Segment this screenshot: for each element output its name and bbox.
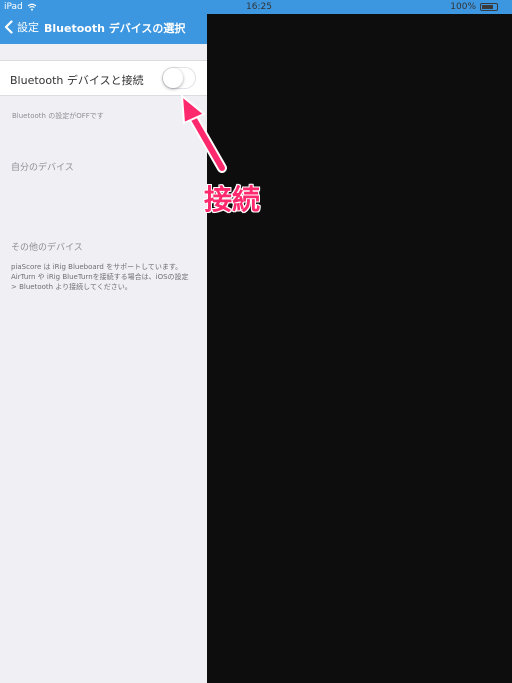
description-line: piaScore は iRig Blueboard をサポートしています。	[11, 263, 183, 271]
wifi-icon	[27, 3, 37, 11]
supported-devices-description: piaScore は iRig Blueboard をサポートしています。 Ai…	[11, 262, 205, 292]
chevron-left-icon	[4, 20, 13, 34]
page-title: Bluetooth デバイスの選択	[44, 22, 186, 35]
toggle-knob	[163, 68, 183, 88]
bluetooth-connect-toggle[interactable]	[162, 67, 196, 89]
annotation-callout: 接続	[204, 183, 261, 216]
bluetooth-status-note: Bluetooth の設定がOFFです	[12, 112, 104, 120]
status-time: 16:25	[246, 2, 272, 12]
device-name: iPad	[4, 2, 23, 12]
description-line: > Bluetooth より接続してください。	[11, 283, 132, 291]
section-header-my-devices: 自分のデバイス	[11, 163, 74, 173]
description-line: AirTurn や iRig BlueTurnを接続する場合は、iOSの設定	[11, 273, 189, 281]
battery-percent: 100%	[450, 2, 476, 12]
battery-icon	[480, 3, 498, 11]
bluetooth-connect-row: Bluetooth デバイスと接続	[0, 60, 207, 96]
section-header-other-devices: その他のデバイス	[11, 243, 83, 253]
back-button[interactable]: 設定	[4, 19, 39, 35]
annotation-arrow-icon	[181, 95, 227, 173]
back-button-label: 設定	[17, 21, 39, 34]
bluetooth-connect-label: Bluetooth デバイスと接続	[10, 74, 144, 87]
status-bar: iPad 16:25 100%	[0, 0, 512, 14]
screen: 設定 Bluetooth デバイスの選択 Bluetooth デバイスと接続 B…	[0, 0, 512, 683]
